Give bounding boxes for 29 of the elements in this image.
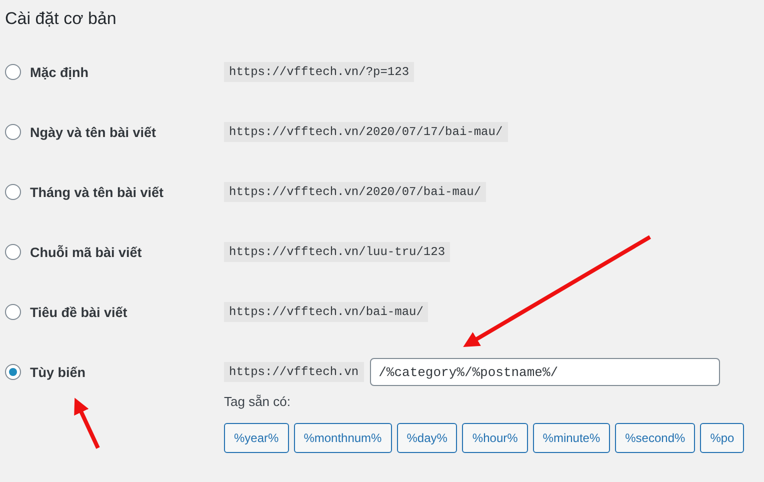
- example-url: https://vfftech.vn: [224, 362, 364, 382]
- option-label: Chuỗi mã bài viết: [30, 244, 142, 260]
- radio-button[interactable]: [5, 304, 21, 320]
- option-label: Tháng và tên bài viết: [30, 184, 164, 200]
- arrow: [74, 398, 100, 449]
- tag-button[interactable]: %po: [700, 423, 744, 453]
- example-url: https://vfftech.vn/2020/07/bai-mau/: [224, 182, 486, 202]
- radio-button[interactable]: [5, 184, 21, 200]
- radio-button[interactable]: [5, 244, 21, 260]
- option-label: Ngày và tên bài viết: [30, 124, 156, 140]
- example-url: https://vfftech.vn/?p=123: [224, 62, 414, 82]
- tag-button[interactable]: %hour%: [462, 423, 528, 453]
- tag-button[interactable]: %day%: [396, 423, 458, 453]
- example-url: https://vfftech.vn/2020/07/17/bai-mau/: [224, 122, 508, 142]
- radio-button[interactable]: [5, 64, 21, 80]
- option-label: Tiêu đề bài viết: [30, 304, 128, 320]
- tag-button[interactable]: %year%: [224, 423, 289, 453]
- radio-button[interactable]: [5, 124, 21, 140]
- radio-button[interactable]: [5, 364, 21, 380]
- example-url: https://vfftech.vn/bai-mau/: [224, 302, 428, 322]
- example-url: https://vfftech.vn/luu-tru/123: [224, 242, 450, 262]
- tags-label: Tag sẵn có:: [224, 394, 292, 409]
- option-label: Mặc định: [30, 64, 89, 80]
- tag-button[interactable]: %minute%: [532, 423, 610, 453]
- section-heading: Cài đặt cơ bản: [5, 8, 118, 30]
- tag-button[interactable]: %second%: [615, 423, 696, 453]
- input-field[interactable]: /%category%/%postname%/: [370, 358, 720, 386]
- tag-button[interactable]: %monthnum%: [294, 423, 392, 453]
- option-label: Tùy biến: [30, 364, 86, 380]
